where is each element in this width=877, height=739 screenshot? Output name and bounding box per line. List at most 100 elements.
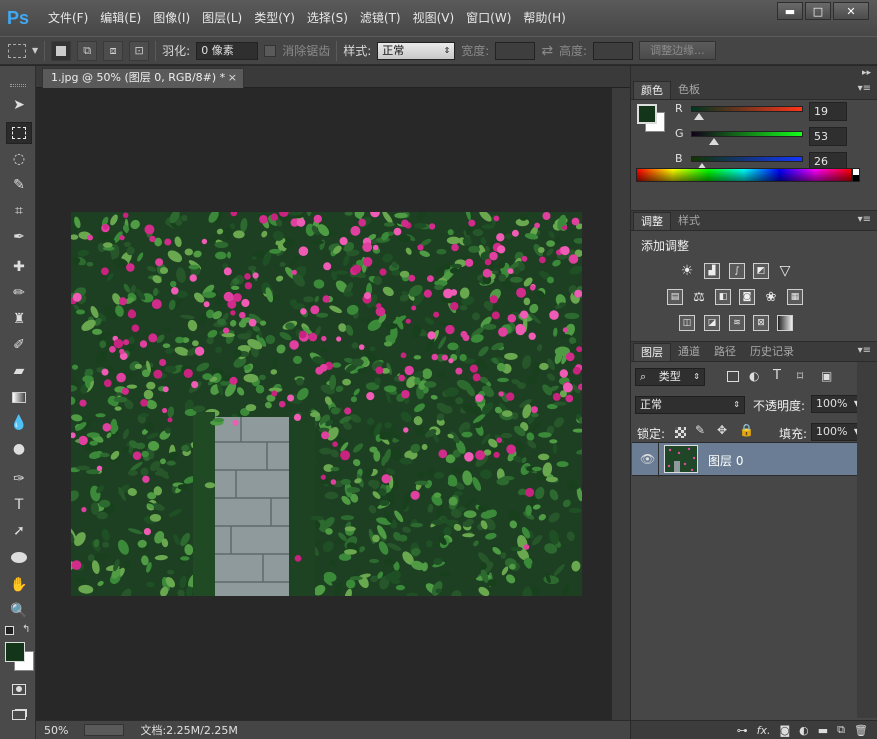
refine-edge-button[interactable]: 调整边缘... [639, 41, 716, 60]
layer-thumbnail[interactable] [664, 445, 698, 473]
panel-menu-icon[interactable]: ▾≡ [858, 214, 871, 225]
fx-icon[interactable]: fx. [757, 724, 771, 737]
filter-smart-object-icon[interactable]: ▣ [821, 369, 832, 383]
layer-filter-select[interactable]: ⌕ 类型 ⇕ [635, 368, 705, 386]
posterize-icon[interactable]: ◪ [704, 315, 720, 331]
menu-type[interactable]: 类型(Y) [248, 0, 301, 36]
intersect-selection-icon[interactable]: ⊡ [129, 40, 150, 61]
tab-history[interactable]: 历史记录 [743, 343, 801, 361]
mask-icon[interactable]: ◙ [779, 724, 790, 737]
gradient-tool-icon[interactable] [6, 386, 32, 408]
lasso-tool-icon[interactable]: ◌ [6, 148, 32, 170]
r-slider[interactable] [691, 106, 803, 112]
pen-tool-icon[interactable]: ✑ [6, 468, 32, 490]
filter-pixel-icon[interactable] [727, 371, 739, 382]
filter-shape-icon[interactable]: ⌑ [797, 369, 803, 383]
color-balance-icon[interactable]: ⚖ [691, 289, 707, 305]
menu-image[interactable]: 图像(I) [147, 0, 196, 36]
width-input[interactable] [495, 41, 536, 60]
status-nav-icon[interactable] [84, 724, 125, 736]
layers-scrollbar[interactable] [857, 362, 877, 718]
chevron-down-icon[interactable]: ▼ [32, 46, 38, 55]
lock-all-icon[interactable]: 🔒 [739, 423, 754, 437]
add-selection-icon[interactable]: ⧉ [77, 40, 98, 61]
color-spectrum[interactable] [636, 168, 852, 182]
tab-swatches[interactable]: 色板 [671, 81, 707, 99]
clone-stamp-tool-icon[interactable]: ♜ [6, 308, 32, 330]
filter-type-icon[interactable]: T [773, 368, 781, 383]
eyedropper-tool-icon[interactable]: ✒ [6, 226, 32, 248]
lock-pixels-icon[interactable]: ✎ [695, 423, 705, 437]
document-info[interactable]: 文档:2.25M/2.25M [140, 722, 237, 738]
swap-icon[interactable]: ⇄ [541, 43, 553, 59]
toolbar-grip[interactable] [10, 84, 26, 87]
brightness-contrast-icon[interactable]: ☀ [679, 263, 695, 279]
eraser-tool-icon[interactable]: ▰ [6, 360, 32, 382]
menu-layer[interactable]: 图层(L) [196, 0, 248, 36]
menu-window[interactable]: 窗口(W) [460, 0, 517, 36]
feather-input[interactable]: 0 像素 [196, 41, 259, 60]
r-slider-thumb[interactable] [694, 113, 704, 120]
crop-tool-icon[interactable]: ⌗ [6, 200, 32, 222]
adjustment-icon[interactable]: ◐ [799, 724, 809, 737]
photo-filter-icon[interactable]: ◙ [739, 289, 755, 305]
lock-transparent-icon[interactable] [675, 427, 686, 438]
b-slider[interactable] [691, 156, 803, 162]
style-select[interactable]: 正常 ⇕ [377, 41, 456, 60]
channel-mixer-icon[interactable]: ❀ [763, 289, 779, 305]
curves-icon[interactable]: ∫ [729, 263, 745, 279]
collapse-panels-icon[interactable]: ▸▸ [631, 66, 877, 80]
layer-name[interactable]: 图层 0 [708, 452, 743, 469]
g-value-input[interactable]: 53 [809, 127, 847, 146]
selective-color-icon[interactable]: ⊠ [753, 315, 769, 331]
black-white-icon[interactable]: ◧ [715, 289, 731, 305]
folder-icon[interactable]: ▬ [818, 724, 828, 737]
link-icon[interactable]: ⊶ [737, 724, 748, 737]
menu-select[interactable]: 选择(S) [301, 0, 354, 36]
g-slider[interactable] [691, 131, 803, 137]
trash-icon[interactable]: 🗑 [854, 724, 868, 737]
healing-brush-tool-icon[interactable]: ✚ [6, 256, 32, 278]
invert-icon[interactable]: ◫ [679, 315, 695, 331]
filter-adjustment-icon[interactable]: ◐ [749, 369, 759, 383]
g-slider-thumb[interactable] [709, 138, 719, 145]
swap-colors-icon[interactable]: ↰ [22, 624, 30, 635]
vibrance-icon[interactable]: ▽ [777, 263, 793, 279]
exposure-icon[interactable]: ◩ [753, 263, 769, 279]
tab-adjustments[interactable]: 调整 [633, 212, 671, 230]
hand-tool-icon[interactable]: ✋ [6, 574, 32, 596]
blend-mode-select[interactable]: 正常 ⇕ [635, 396, 745, 414]
dodge-tool-icon[interactable]: ● [6, 438, 32, 460]
menu-filter[interactable]: 滤镜(T) [354, 0, 407, 36]
brush-tool-icon[interactable]: ✏ [6, 282, 32, 304]
default-colors-icon[interactable] [5, 626, 14, 635]
document-image[interactable] [71, 212, 582, 596]
foreground-color-swatch[interactable] [5, 642, 25, 662]
move-tool-icon[interactable]: ➤ [6, 94, 32, 116]
tab-paths[interactable]: 路径 [707, 343, 743, 361]
marquee-tool-icon[interactable] [6, 122, 32, 144]
ellipse-tool-icon[interactable] [6, 546, 32, 568]
black-white-swatch[interactable] [852, 168, 860, 182]
maximize-button[interactable]: □ [805, 2, 831, 20]
canvas-scrollbar[interactable] [612, 88, 630, 720]
color-lookup-icon[interactable]: ▦ [787, 289, 803, 305]
tab-channels[interactable]: 通道 [671, 343, 707, 361]
marquee-preset-icon[interactable] [8, 43, 26, 58]
quick-mask-icon[interactable] [6, 678, 32, 700]
lock-position-icon[interactable]: ✥ [717, 423, 727, 437]
blur-tool-icon[interactable]: 💧 [6, 412, 32, 434]
menu-file[interactable]: 文件(F) [42, 0, 94, 36]
antialias-checkbox[interactable] [264, 44, 277, 57]
levels-icon[interactable]: ▟ [704, 263, 720, 279]
new-layer-icon[interactable]: ⧉ [837, 723, 845, 737]
panel-menu-icon[interactable]: ▾≡ [858, 83, 871, 94]
menu-edit[interactable]: 编辑(E) [94, 0, 147, 36]
threshold-icon[interactable]: ≋ [729, 315, 745, 331]
hue-saturation-icon[interactable]: ▤ [667, 289, 683, 305]
path-select-tool-icon[interactable]: ➚ [6, 520, 32, 542]
tab-color[interactable]: 颜色 [633, 81, 671, 99]
gradient-map-icon[interactable] [777, 315, 793, 331]
tab-styles[interactable]: 样式 [671, 212, 707, 230]
close-button[interactable]: ✕ [833, 2, 869, 20]
